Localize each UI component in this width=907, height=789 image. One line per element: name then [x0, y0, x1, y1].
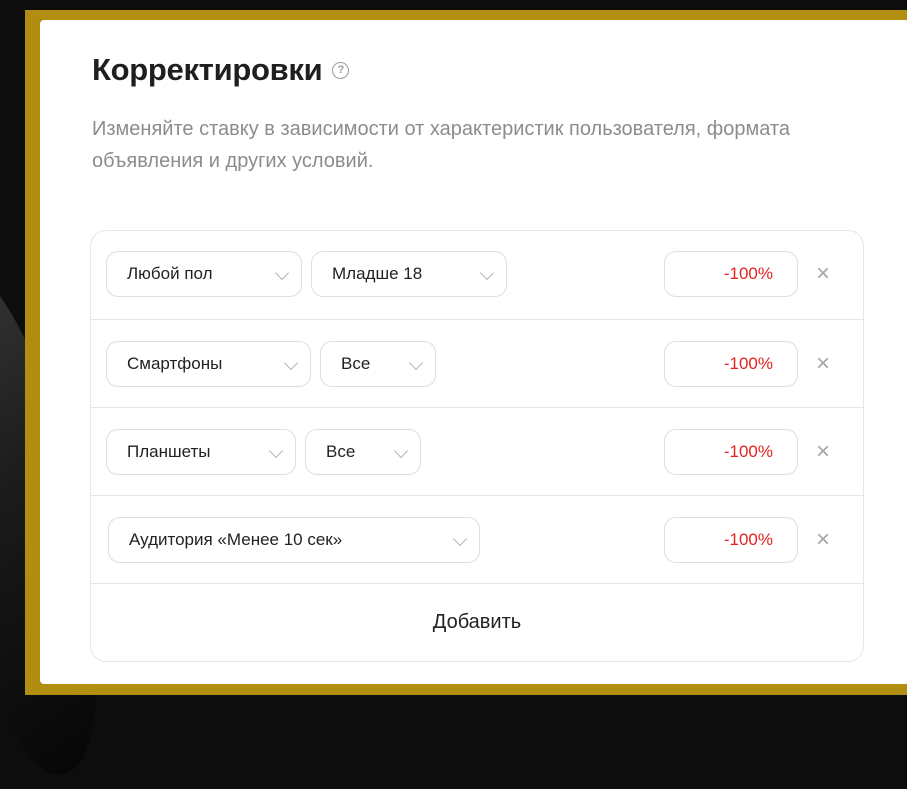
adjustments-panel: Корректировки ? Изменяйте ставку в завис…: [40, 20, 907, 684]
chevron-down-icon: [479, 265, 495, 281]
close-icon[interactable]: ×: [811, 440, 835, 464]
bid-adjustment-input[interactable]: -100%: [664, 517, 798, 563]
age-select-value: Младше 18: [332, 264, 423, 283]
chevron-down-icon: [393, 443, 409, 459]
chevron-down-icon: [452, 531, 468, 547]
gender-select[interactable]: Любой пол: [106, 251, 302, 297]
bid-adjustment-input[interactable]: -100%: [664, 251, 798, 297]
chevron-down-icon: [408, 355, 424, 371]
audience-select[interactable]: Аудитория «Менее 10 сек»: [108, 517, 480, 563]
panel-title: Корректировки: [92, 52, 323, 87]
adjustments-list: Любой пол Младше 18 -100% × Смартфоны Вс…: [90, 230, 864, 662]
gender-select-value: Любой пол: [127, 264, 213, 283]
os-select[interactable]: Все: [320, 341, 436, 387]
os-select-value: Все: [341, 354, 371, 373]
audience-select-value: Аудитория «Менее 10 сек»: [129, 530, 343, 549]
chevron-down-icon: [283, 355, 299, 371]
close-icon[interactable]: ×: [811, 262, 835, 286]
help-icon[interactable]: ?: [332, 61, 350, 79]
adjustment-row-smartphones: Смартфоны Все -100% ×: [91, 319, 863, 408]
chevron-down-icon: [268, 443, 284, 459]
device-select-value: Планшеты: [127, 442, 211, 461]
age-select[interactable]: Младше 18: [311, 251, 507, 297]
adjustment-row-gender-age: Любой пол Младше 18 -100% ×: [91, 231, 863, 320]
chevron-down-icon: [274, 265, 290, 281]
device-select-value: Смартфоны: [127, 354, 223, 373]
add-adjustment-button[interactable]: Добавить: [91, 583, 863, 661]
adjustment-row-audience: Аудитория «Менее 10 сек» -100% ×: [91, 495, 863, 584]
panel-description: Изменяйте ставку в зависимости от характ…: [92, 118, 790, 172]
bid-adjustment-input[interactable]: -100%: [664, 429, 798, 475]
adjustment-row-tablets: Планшеты Все -100% ×: [91, 407, 863, 496]
title-row: Корректировки ?: [92, 52, 350, 88]
close-icon[interactable]: ×: [811, 352, 835, 376]
os-select-value: Все: [326, 442, 356, 461]
device-select[interactable]: Планшеты: [106, 429, 296, 475]
os-select[interactable]: Все: [305, 429, 421, 475]
close-icon[interactable]: ×: [811, 528, 835, 552]
device-select[interactable]: Смартфоны: [106, 341, 311, 387]
bid-adjustment-input[interactable]: -100%: [664, 341, 798, 387]
